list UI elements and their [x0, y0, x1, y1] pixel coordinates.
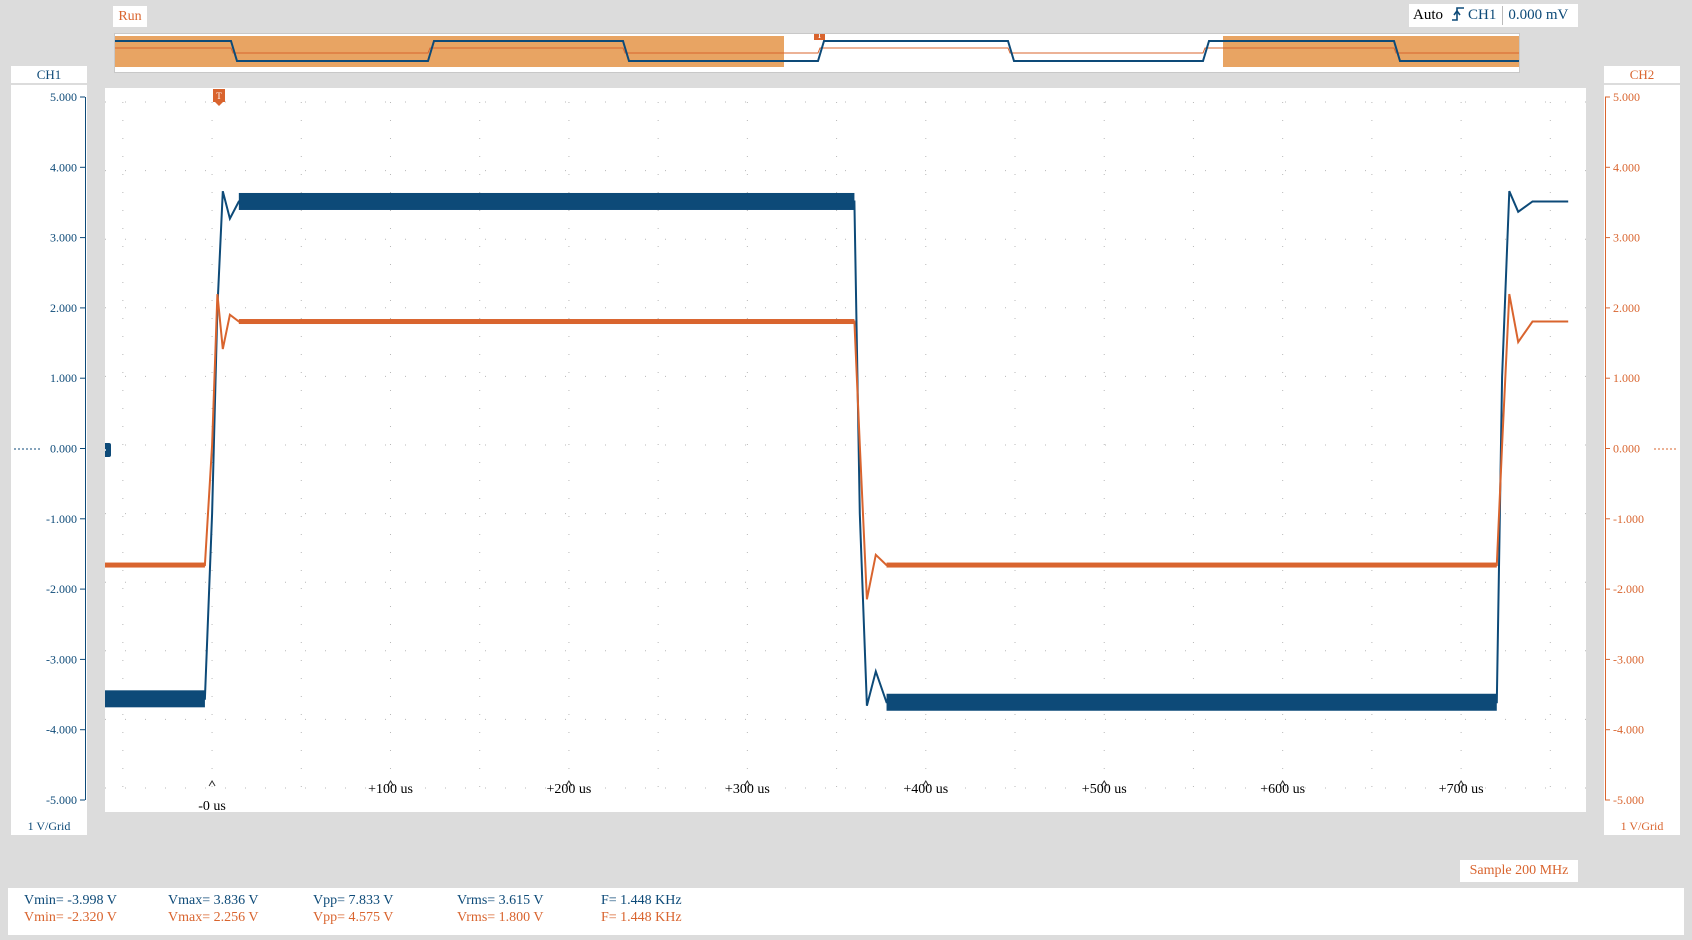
- ch1-plateau: [886, 693, 1497, 711]
- plot-traces: [105, 190, 1569, 711]
- ch1-vmax: Vmax= 3.836 V: [168, 893, 259, 908]
- ch2-vpp: Vpp= 4.575 V: [313, 910, 394, 925]
- ch2-plateau: [105, 562, 205, 568]
- ch1-freq: F= 1.448 KHz: [601, 893, 682, 908]
- y-tick-label: -4.000: [46, 723, 77, 737]
- sample-rate[interactable]: Sample 200 MHz: [1460, 860, 1578, 882]
- ch2-axis-svg: 5.000 4.000 3.000 2.000 1.000 0.000 -1.000 -2.0…: [1605, 90, 1678, 807]
- y-tick-label: 0.000: [1613, 442, 1640, 456]
- overview-trigger-marker[interactable]: T: [814, 28, 825, 40]
- y-tick-label: 4.000: [1613, 160, 1640, 174]
- ch1-plateau: [105, 690, 205, 708]
- ch2-scale[interactable]: 1 V/Grid: [1604, 817, 1680, 835]
- ch1-header[interactable]: CH1: [11, 66, 87, 83]
- trigger-separator: [1502, 6, 1504, 25]
- ch2-header[interactable]: CH2: [1604, 66, 1680, 83]
- y-tick-label: -4.000: [1613, 723, 1644, 737]
- ch1-plateau: [238, 192, 855, 210]
- ch1-trace: [105, 190, 1569, 706]
- time-tick-label: +700 us: [1439, 782, 1484, 797]
- y-tick-label: 3.000: [50, 231, 77, 245]
- run-status-label: Run: [118, 9, 142, 24]
- ch1-axis-svg: 5.000 4.000 3.000 2.000 1.000 0.000 -1.000 -2.0…: [14, 90, 86, 807]
- trigger-level[interactable]: 0.000 mV: [1508, 4, 1568, 27]
- time-tick-label: +100 us: [368, 782, 413, 797]
- run-status-button[interactable]: Run: [113, 6, 147, 27]
- time-tick-mark: [208, 780, 216, 787]
- measurement-panel: Vmin= -3.998 V Vmax= 3.836 V Vpp= 7.833 …: [8, 888, 1684, 935]
- svg-text:T: T: [216, 91, 222, 101]
- y-tick-label: -5.000: [46, 793, 77, 807]
- y-tick-label: -1.000: [46, 512, 77, 526]
- ch2-plateau: [238, 319, 855, 325]
- time-tick-label: +400 us: [903, 782, 948, 797]
- waveform-plot[interactable]: -0 us +100 us +200 us +300 us +400 us +500 us…: [91, 88, 1586, 814]
- y-tick-label: 2.000: [50, 301, 77, 315]
- y-tick-label: -3.000: [46, 652, 77, 666]
- waveform-overview[interactable]: T: [114, 28, 1520, 73]
- time-tick-label: +200 us: [547, 782, 592, 797]
- ch2-name: CH2: [1629, 67, 1655, 82]
- ch2-scale-label: 1 V/Grid: [1620, 819, 1664, 833]
- ch2-plateau: [886, 562, 1497, 568]
- ch2-axis-panel[interactable]: 5.000 4.000 3.000 2.000 1.000 0.000 -1.000 -2.0…: [1604, 85, 1680, 817]
- ch2-trace: [105, 293, 1569, 600]
- overview-svg: T: [115, 28, 1519, 67]
- ch1-name: CH1: [36, 67, 62, 82]
- y-tick-label: -2.000: [1613, 582, 1644, 596]
- ch1-axis-panel[interactable]: 5.000 4.000 3.000 2.000 1.000 0.000 -1.000 -2.0…: [11, 85, 87, 817]
- y-tick-label: 1.000: [50, 371, 77, 385]
- time-tick-label: +600 us: [1260, 782, 1305, 797]
- y-tick-label: -1.000: [1613, 512, 1644, 526]
- svg-text:T: T: [817, 34, 823, 40]
- ch2-vmax: Vmax= 2.256 V: [168, 910, 259, 925]
- ch1-vrms: Vrms= 3.615 V: [457, 893, 544, 908]
- trigger-settings[interactable]: Auto CH1 0.000 mV: [1409, 4, 1578, 27]
- y-tick-label: 2.000: [1613, 301, 1640, 315]
- ch1-ground-marker[interactable]: [91, 443, 111, 457]
- trigger-mode[interactable]: Auto: [1413, 4, 1443, 27]
- time-tick-label: -0 us: [198, 799, 226, 812]
- ch1-scale[interactable]: 1 V/Grid: [11, 817, 87, 835]
- ch2-vrms: Vrms= 1.800 V: [457, 910, 544, 925]
- y-tick-label: 5.000: [50, 90, 77, 104]
- ch2-tick-group: 5.000 4.000 3.000 2.000 1.000 0.000 -1.000 -2.0…: [1605, 90, 1644, 807]
- y-tick-label: 1.000: [1613, 371, 1640, 385]
- ch2-freq: F= 1.448 KHz: [601, 910, 682, 925]
- ch1-tick-group: 5.000 4.000 3.000 2.000 1.000 0.000 -1.000 -2.0…: [46, 90, 85, 807]
- y-tick-label: 0.000: [50, 442, 77, 456]
- y-tick-label: 4.000: [50, 160, 77, 174]
- trigger-marker[interactable]: T: [213, 89, 225, 106]
- y-tick-label: -2.000: [46, 582, 77, 596]
- trigger-source[interactable]: CH1: [1468, 4, 1496, 27]
- y-tick-label: 3.000: [1613, 231, 1640, 245]
- y-tick-label: -5.000: [1613, 793, 1644, 807]
- ch2-vmin: Vmin= -2.320 V: [24, 910, 117, 925]
- time-axis-labels: -0 us +100 us +200 us +300 us +400 us +500 us…: [198, 780, 1484, 814]
- rising-edge-icon: [1451, 4, 1465, 27]
- plot-svg: -0 us +100 us +200 us +300 us +400 us +500 us…: [91, 89, 1586, 814]
- time-tick-label: +300 us: [725, 782, 770, 797]
- ch1-vmin: Vmin= -3.998 V: [24, 893, 117, 908]
- y-tick-label: 5.000: [1613, 90, 1640, 104]
- sample-rate-label: Sample 200 MHz: [1469, 863, 1569, 878]
- ch1-scale-label: 1 V/Grid: [27, 819, 71, 833]
- time-tick-label: +500 us: [1082, 782, 1127, 797]
- y-tick-label: -3.000: [1613, 652, 1644, 666]
- ch1-vpp: Vpp= 7.833 V: [313, 893, 394, 908]
